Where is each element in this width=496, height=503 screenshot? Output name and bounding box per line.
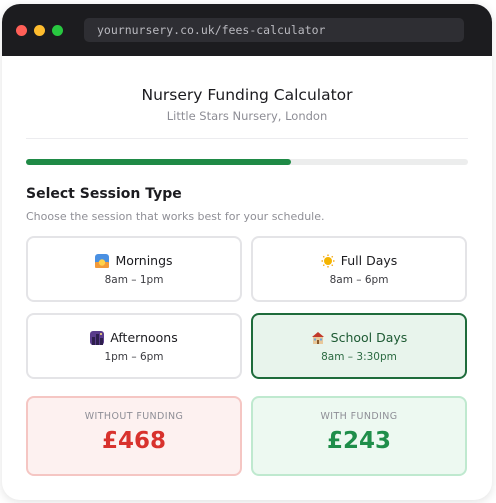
session-label: Afternoons (110, 330, 178, 345)
browser-window: yournursery.co.uk/fees-calculator Nurser… (2, 4, 492, 500)
session-time: 8am – 6pm (329, 274, 389, 286)
progress-bar-fill (26, 159, 292, 165)
session-time: 8am – 1pm (104, 274, 164, 286)
price-label: WITH FUNDING (320, 411, 398, 422)
session-card-school-days[interactable]: School Days 8am – 3:30pm (251, 313, 467, 379)
price-value: £468 (101, 428, 166, 454)
nursery-subtitle: Little Stars Nursery, London (166, 109, 328, 123)
address-bar[interactable]: yournursery.co.uk/fees-calculator (84, 18, 464, 42)
school-icon (311, 331, 324, 344)
session-label: Full Days (340, 253, 398, 268)
close-window-dot[interactable] (16, 24, 27, 36)
night-city-icon (90, 330, 105, 345)
progress-bar (26, 159, 468, 165)
header-divider (26, 138, 468, 139)
maximize-window-dot[interactable] (52, 24, 63, 36)
session-time: 1pm – 6pm (104, 351, 164, 363)
price-with-funding: WITH FUNDING £243 (251, 396, 467, 476)
sunrise-icon (95, 253, 110, 268)
session-card-mornings[interactable]: Mornings 8am – 1pm (26, 236, 242, 302)
section-description: Choose the session that works best for y… (26, 210, 325, 223)
page-title: Nursery Funding Calculator (141, 86, 353, 104)
calculator-content: Nursery Funding Calculator Little Stars … (2, 56, 492, 500)
session-card-full-days[interactable]: Full Days 8am – 6pm (251, 236, 467, 302)
minimize-window-dot[interactable] (34, 24, 45, 36)
price-label: WITHOUT FUNDING (84, 411, 184, 422)
sun-icon (321, 254, 335, 267)
price-without-funding: WITHOUT FUNDING £468 (26, 396, 242, 476)
price-value: £243 (326, 428, 391, 454)
section-title: Select Session Type (26, 186, 182, 202)
session-card-afternoons[interactable]: Afternoons 1pm – 6pm (26, 313, 242, 379)
session-label: Mornings (115, 253, 173, 268)
session-label: School Days (330, 330, 408, 345)
session-time: 8am – 3:30pm (321, 351, 397, 363)
browser-titlebar: yournursery.co.uk/fees-calculator (2, 4, 492, 56)
